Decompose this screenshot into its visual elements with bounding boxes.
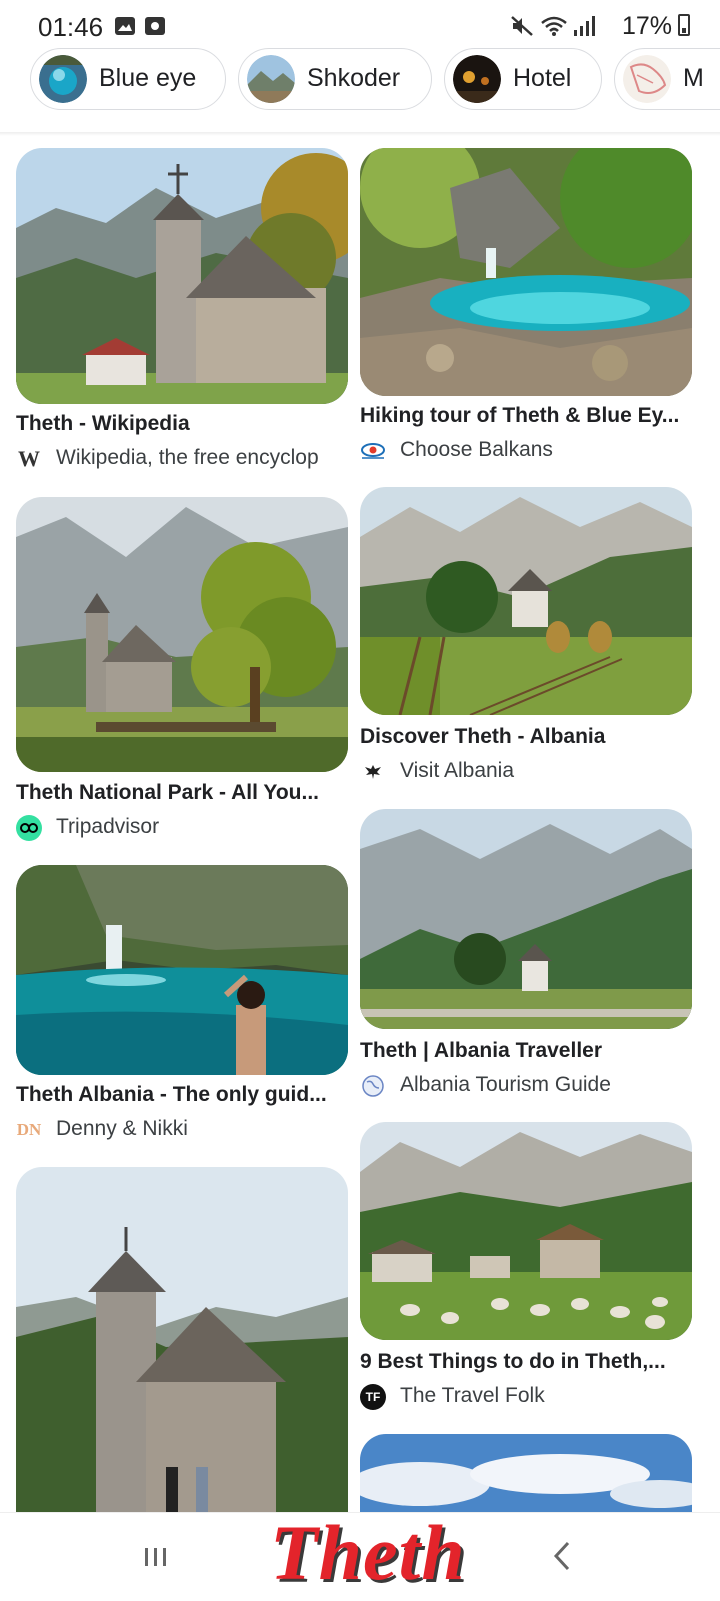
chip-thumbnail xyxy=(623,55,671,103)
status-time: 01:46 xyxy=(38,12,104,42)
chip-thumbnail xyxy=(453,55,501,103)
chip-thumbnail xyxy=(247,55,295,103)
chips-divider xyxy=(0,132,720,136)
result-source: TF The Travel Folk xyxy=(360,1384,692,1412)
result-source: Albania Tourism Guide xyxy=(360,1073,692,1101)
result-image[interactable] xyxy=(360,1434,692,1512)
result-card[interactable]: Theth - Wikipedia W Wikipedia, the free … xyxy=(16,148,348,478)
chip-label: Blue eye xyxy=(99,64,197,92)
result-image[interactable] xyxy=(16,497,348,772)
battery-icon xyxy=(678,14,690,36)
source-name: The Travel Folk xyxy=(400,1384,545,1407)
chip-thumbnail xyxy=(39,55,87,103)
result-title[interactable]: Theth | Albania Traveller xyxy=(360,1039,692,1063)
result-image[interactable] xyxy=(16,865,348,1075)
result-card[interactable]: Discover Theth - Albania Visit Albania xyxy=(360,487,692,787)
globe-icon xyxy=(360,1073,386,1099)
eye-logo-icon xyxy=(360,438,386,464)
source-name: Wikipedia, the free encyclop xyxy=(56,446,319,469)
source-name: Albania Tourism Guide xyxy=(400,1073,611,1096)
result-source: W Wikipedia, the free encyclop xyxy=(16,446,356,474)
chip-blue-eye[interactable]: Blue eye xyxy=(30,48,226,110)
source-name: Visit Albania xyxy=(400,759,515,782)
chip-map[interactable]: M xyxy=(614,48,720,110)
result-image[interactable] xyxy=(16,1167,348,1512)
result-card[interactable]: Hiking tour of Theth & Blue Ey... Choose… xyxy=(360,148,692,468)
owl-icon xyxy=(16,815,42,841)
result-image[interactable] xyxy=(360,1122,692,1340)
result-image[interactable] xyxy=(16,148,348,404)
result-image[interactable] xyxy=(360,809,692,1029)
result-card[interactable] xyxy=(16,1167,348,1512)
result-card[interactable]: Theth | Albania Traveller Albania Touris… xyxy=(360,809,692,1101)
back-icon[interactable] xyxy=(550,1539,574,1573)
chip-label: Hotel xyxy=(513,64,572,92)
gallery-notification-icon xyxy=(115,17,135,35)
battery-percent: 17% xyxy=(621,12,672,40)
wifi-icon xyxy=(541,16,567,36)
result-image[interactable] xyxy=(360,487,692,715)
status-bar: 01:46 17% xyxy=(0,0,720,48)
eagle-icon xyxy=(360,759,386,785)
result-source: Tripadvisor xyxy=(16,815,348,843)
result-card[interactable]: 9 Best Things to do in Theth,... TF The … xyxy=(360,1122,692,1414)
app-notification-icon xyxy=(145,17,165,35)
wikipedia-icon: W xyxy=(18,446,40,471)
source-name: Tripadvisor xyxy=(56,815,160,838)
result-title[interactable]: Hiking tour of Theth & Blue Ey... xyxy=(360,404,692,428)
signal-icon xyxy=(574,16,595,36)
result-title[interactable]: Theth - Wikipedia xyxy=(16,412,348,436)
source-name: Choose Balkans xyxy=(400,438,553,461)
chip-label: M xyxy=(683,64,704,92)
result-card[interactable]: Theth Albania - The only guid... DN Denn… xyxy=(16,865,348,1145)
chip-shkoder[interactable]: Shkoder xyxy=(238,48,432,110)
result-title[interactable]: Theth National Park - All You... xyxy=(16,781,348,805)
result-title[interactable]: 9 Best Things to do in Theth,... xyxy=(360,1350,692,1374)
result-source: DN Denny & Nikki xyxy=(16,1117,348,1145)
related-search-chips: Blue eye Shkoder Hotel M xyxy=(0,44,720,134)
chip-label: Shkoder xyxy=(307,64,401,92)
recent-apps-icon[interactable] xyxy=(142,1543,170,1571)
overlay-title-text: Theth xyxy=(270,1509,466,1596)
chip-hotel[interactable]: Hotel xyxy=(444,48,602,110)
result-title[interactable]: Discover Theth - Albania xyxy=(360,725,692,749)
source-name: Denny & Nikki xyxy=(56,1117,188,1140)
result-image[interactable] xyxy=(360,148,692,396)
result-card[interactable]: Theth National Park - All You... Tripadv… xyxy=(16,497,348,849)
result-title[interactable]: Theth Albania - The only guid... xyxy=(16,1083,348,1107)
result-source: Choose Balkans xyxy=(360,438,692,466)
travel-folk-logo-icon: TF xyxy=(360,1384,386,1410)
result-source: Visit Albania xyxy=(360,759,692,787)
denny-nikki-logo-icon: DN xyxy=(16,1120,42,1139)
mute-icon xyxy=(511,16,533,36)
result-card[interactable] xyxy=(360,1434,692,1512)
